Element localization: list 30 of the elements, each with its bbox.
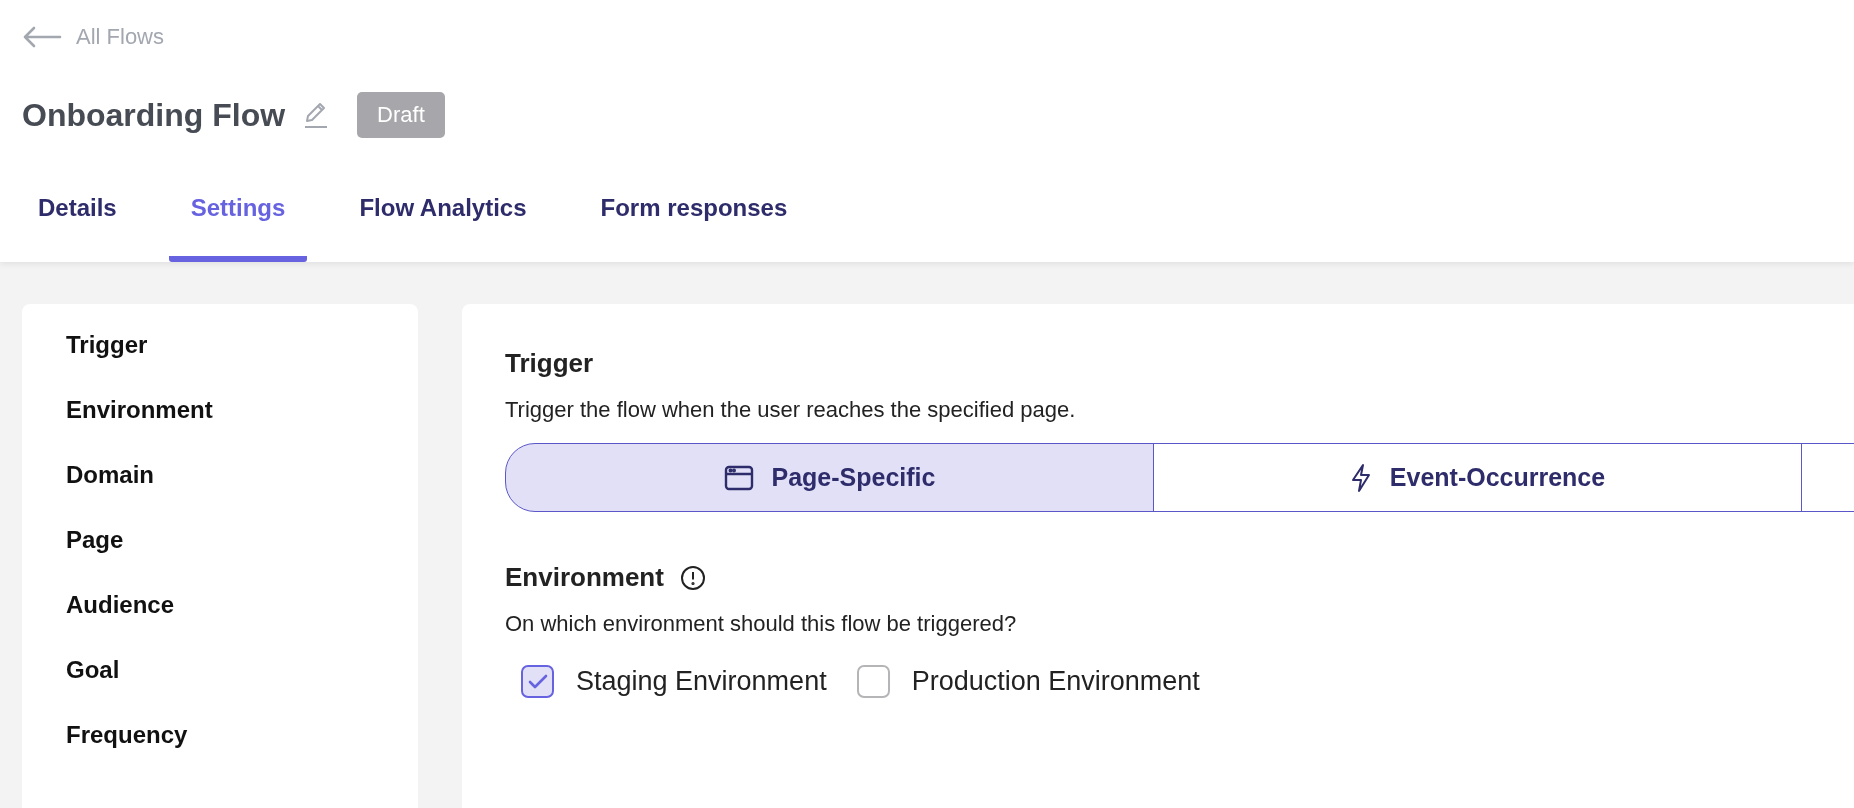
check-icon [527,673,548,690]
left-arrow-icon [22,26,62,48]
checkbox[interactable] [856,665,890,698]
section-description: Trigger the flow when the user reaches the specified page. [505,397,1077,423]
browser-window-icon [723,464,754,491]
sidebar-item[interactable]: Page [66,523,418,557]
checkbox-option[interactable]: Production Environment [856,665,1200,698]
sidebar-item[interactable]: Audience [66,588,418,622]
page-title: Onboarding Flow [22,96,286,134]
lightning-icon [1349,462,1372,493]
sidebar-item[interactable]: Environment [66,393,418,427]
sidebar-item[interactable]: Domain [66,458,418,492]
tab[interactable]: Form responses [578,180,810,262]
trigger-option[interactable]: Page-Specific [505,443,1154,512]
pencil-icon [303,101,330,129]
section-heading: Trigger [505,348,595,379]
info-icon[interactable] [679,564,706,591]
section-description: On which environment should this flow be triggered? [505,611,1018,637]
tab[interactable]: Flow Analytics [337,180,549,262]
checkbox[interactable] [521,665,554,698]
checkbox-option[interactable]: Staging Environment [521,665,827,698]
sidebar-item[interactable]: Frequency [66,718,418,752]
sidebar-item[interactable]: Goal [66,653,418,687]
trigger-option[interactable] [1801,443,1854,512]
section-heading: Environment [505,562,664,593]
status-badge: Draft [357,92,445,138]
sidebar-item[interactable]: Trigger [66,328,418,362]
tab[interactable]: Settings [168,180,308,262]
trigger-option[interactable]: Event-Occurrence [1153,443,1802,512]
tab[interactable]: Details [16,180,139,262]
